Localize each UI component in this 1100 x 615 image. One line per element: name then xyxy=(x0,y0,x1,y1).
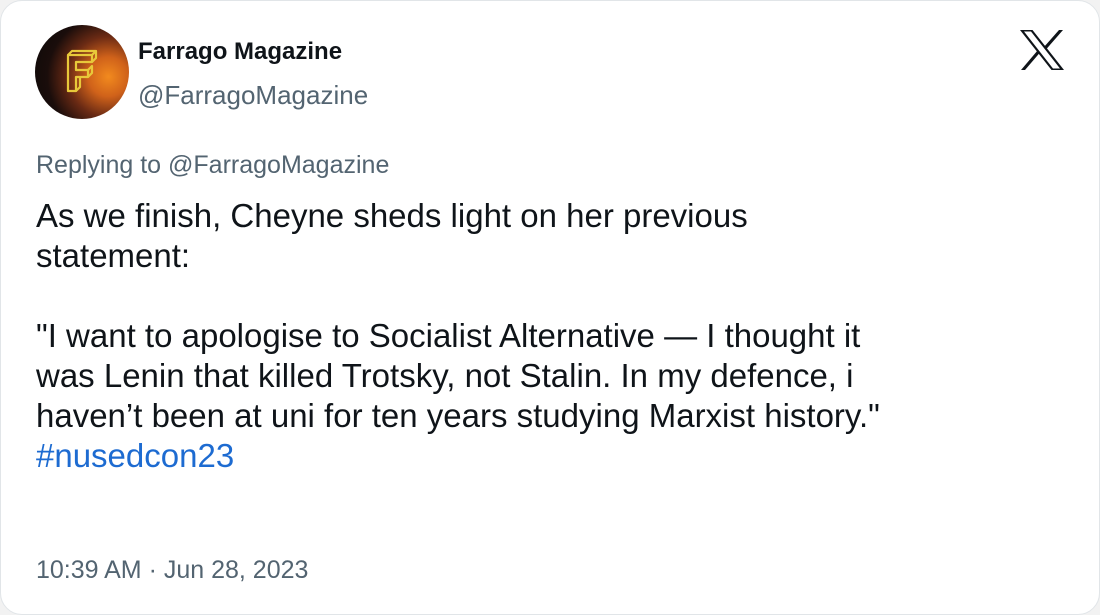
tweet-line: haven’t been at uni for ten years studyi… xyxy=(36,397,880,434)
reply-mention-link[interactable]: @FarragoMagazine xyxy=(168,151,389,179)
tweet-text: As we finish, Cheyne sheds light on her … xyxy=(36,196,1066,476)
tweet-line: statement: xyxy=(36,237,191,274)
farrago-f-logo-icon xyxy=(66,49,98,93)
author-name[interactable]: Farrago Magazine xyxy=(138,37,342,67)
hashtag-link[interactable]: #nusedcon23 xyxy=(36,437,234,474)
tweet-line: was Lenin that killed Trotsky, not Stali… xyxy=(36,357,854,394)
reply-context: Replying to @FarragoMagazine xyxy=(36,149,389,181)
avatar[interactable] xyxy=(35,25,129,119)
reply-prefix: Replying to xyxy=(36,151,169,179)
tweet-card: Farrago Magazine @FarragoMagazine Replyi… xyxy=(0,0,1100,615)
tweet-line: "I want to apologise to Socialist Altern… xyxy=(36,317,861,354)
tweet-line: As we finish, Cheyne sheds light on her … xyxy=(36,197,748,234)
x-logo-icon[interactable] xyxy=(1019,29,1065,71)
tweet-timestamp[interactable]: 10:39 AM · Jun 28, 2023 xyxy=(36,553,308,587)
author-handle[interactable]: @FarragoMagazine xyxy=(138,79,368,111)
